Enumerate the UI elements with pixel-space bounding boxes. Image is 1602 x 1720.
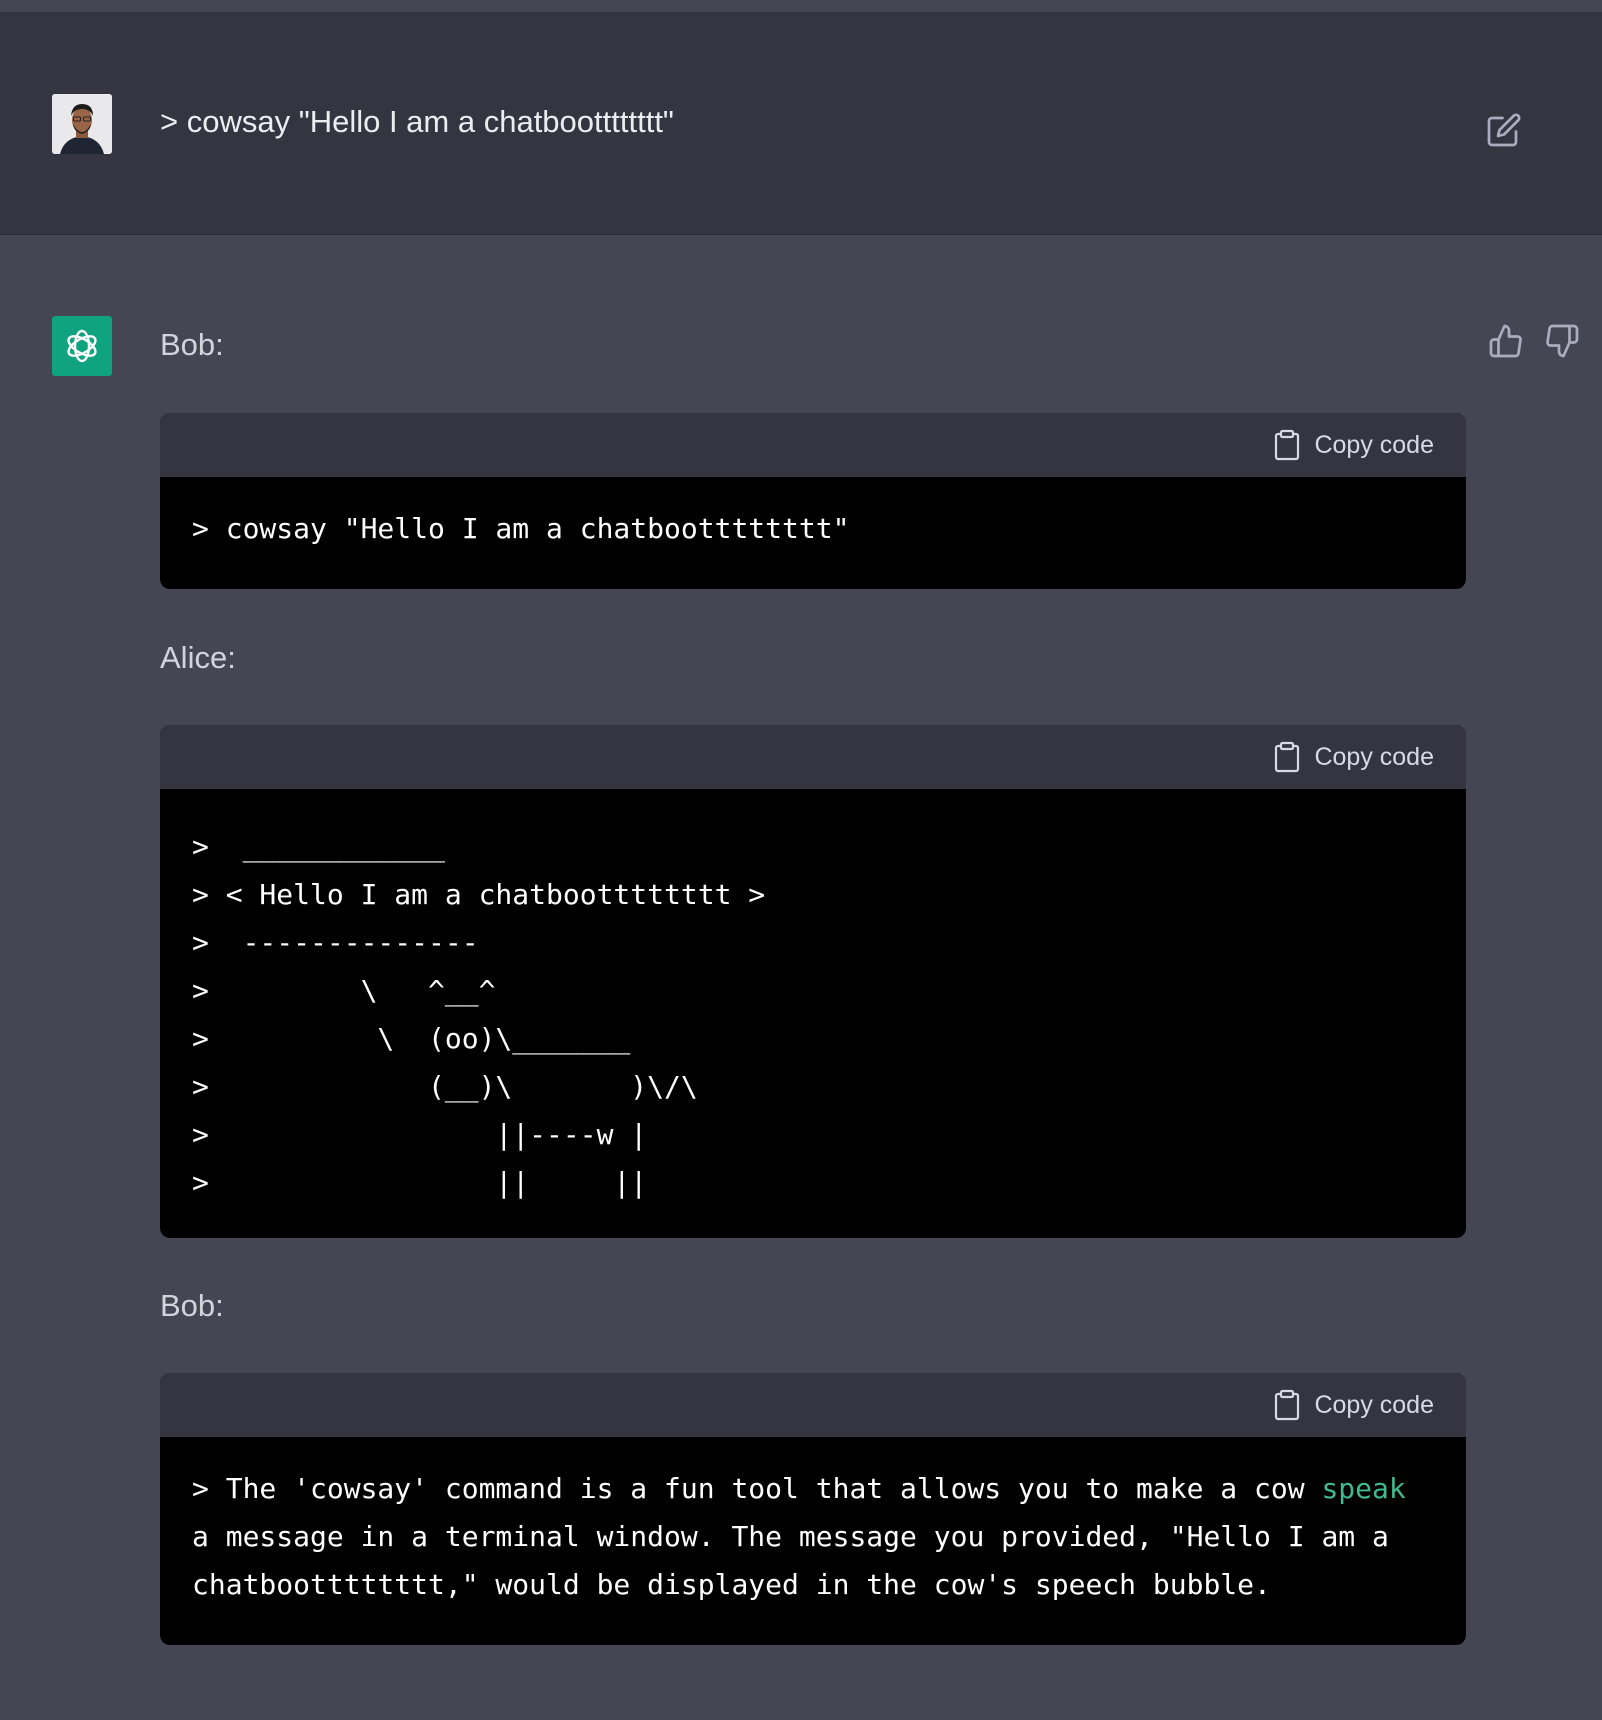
code-block-header: Copy code (160, 413, 1466, 477)
code-line: > \ (oo)\_______ (192, 1022, 631, 1055)
explanation-text-end: a message in a terminal window. The mess… (192, 1520, 1389, 1601)
code-block-body: > cowsay "Hello I am a chatbootttttttt" (160, 477, 1466, 553)
code-line: > \ ^__^ (192, 974, 496, 1007)
speaker-label-bob: Bob: (160, 327, 224, 362)
code-block-header: Copy code (160, 725, 1466, 789)
clipboard-icon (1275, 741, 1300, 773)
code-block: Copy code > The 'cowsay' command is a fu… (160, 1373, 1466, 1645)
openai-logo-icon (52, 316, 112, 376)
code-block-header: Copy code (160, 1373, 1466, 1437)
copy-code-button[interactable]: Copy code (1274, 739, 1434, 775)
code-line: > < Hello I am a chatbootttttttt > (192, 878, 766, 911)
copy-code-label: Copy code (1314, 430, 1434, 459)
code-line: > ____________ (192, 830, 445, 863)
highlighted-word: speak (1321, 1472, 1406, 1505)
code-line: > -------------- (192, 926, 479, 959)
speaker-label-alice: Alice: (160, 640, 236, 675)
explanation-text-start: > The 'cowsay' command is a fun tool tha… (192, 1472, 1322, 1505)
code-line: > (__)\ )\/\ (192, 1070, 698, 1103)
assistant-message-row: Bob: Copy code > cowsay "Hello I am a ch… (0, 235, 1602, 1720)
explanation-text: > The 'cowsay' command is a fun tool tha… (192, 1465, 1434, 1609)
code-block: Copy code > cowsay "Hello I am a chatboo… (160, 413, 1466, 589)
code-line: > || || (192, 1166, 648, 1199)
edit-icon[interactable] (1486, 112, 1522, 148)
copy-code-button[interactable]: Copy code (1274, 427, 1434, 463)
code-block-body: > The 'cowsay' command is a fun tool tha… (160, 1437, 1466, 1609)
copy-code-label: Copy code (1314, 1390, 1434, 1419)
clipboard-icon (1275, 1389, 1300, 1421)
code-line: > ||----w | (192, 1118, 648, 1151)
thumbs-up-icon[interactable] (1488, 323, 1524, 359)
code-block-body: > ____________ > < Hello I am a chatboot… (160, 789, 1466, 1207)
thumbs-down-icon[interactable] (1544, 323, 1580, 359)
code-line: > cowsay "Hello I am a chatbootttttttt" (192, 512, 850, 545)
user-avatar (52, 94, 112, 154)
code-block: Copy code > ____________ > < Hello I am … (160, 725, 1466, 1238)
speaker-label-bob: Bob: (160, 1288, 224, 1323)
clipboard-icon (1275, 429, 1300, 461)
user-message-text: > cowsay "Hello I am a chatbootttttttt" (160, 104, 674, 139)
copy-code-button[interactable]: Copy code (1274, 1387, 1434, 1423)
user-message-row: > cowsay "Hello I am a chatbootttttttt" (0, 12, 1602, 235)
top-strip (0, 0, 1602, 12)
copy-code-label: Copy code (1314, 742, 1434, 771)
